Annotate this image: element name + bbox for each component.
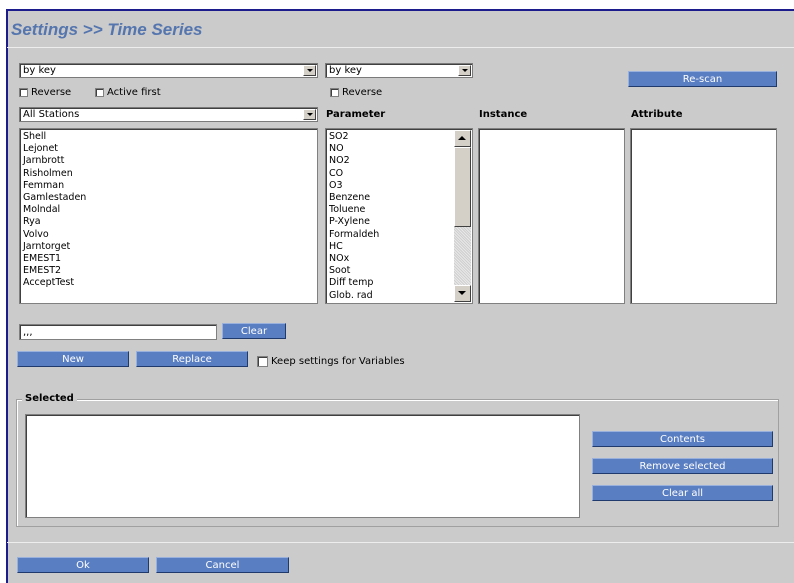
list-item[interactable]: Rya — [23, 216, 317, 228]
chevron-down-icon[interactable] — [458, 65, 471, 76]
scroll-thumb[interactable] — [454, 147, 471, 227]
instance-list[interactable] — [478, 128, 625, 304]
selected-list[interactable] — [25, 414, 580, 518]
parameter-sort-select[interactable]: by key — [325, 63, 473, 78]
parameter-header: Parameter — [326, 109, 386, 120]
ok-button[interactable]: Ok — [17, 557, 149, 573]
selected-legend: Selected — [22, 393, 77, 405]
station-items: Shell Lejonet Jarnbrott Risholmen Femman… — [20, 129, 317, 290]
rescan-button[interactable]: Re-scan — [628, 71, 777, 87]
contents-button[interactable]: Contents — [592, 431, 773, 447]
active-first-checkbox[interactable]: Active first — [95, 87, 161, 98]
instance-header: Instance — [479, 109, 528, 120]
list-item[interactable]: HC — [329, 241, 472, 253]
list-item[interactable]: Lejonet — [23, 143, 317, 155]
list-item[interactable]: Gamlestaden — [23, 192, 317, 204]
chevron-down-icon[interactable] — [303, 109, 316, 120]
station-filter-select[interactable]: All Stations — [19, 107, 318, 122]
parameter-reverse-checkbox[interactable]: Reverse — [330, 87, 382, 98]
reverse-checkbox[interactable]: Reverse — [19, 87, 71, 98]
station-sort-value: by key — [23, 65, 56, 76]
list-item[interactable]: Jarnbrott — [23, 155, 317, 167]
footer-divider — [7, 542, 794, 543]
variable-filter-input[interactable]: ,,, — [19, 324, 217, 340]
list-item[interactable]: P-Xylene — [329, 216, 472, 228]
station-list[interactable]: Shell Lejonet Jarnbrott Risholmen Femman… — [19, 128, 318, 304]
list-item[interactable]: Soot — [329, 265, 472, 277]
variable-filter-value: ,,, — [23, 327, 33, 338]
checkbox-box[interactable] — [330, 88, 339, 97]
list-item[interactable]: Shell — [23, 131, 317, 143]
list-item[interactable]: NO — [329, 143, 472, 155]
page-title: Settings >> Time Series — [11, 20, 203, 39]
cancel-button[interactable]: Cancel — [156, 557, 289, 573]
active-first-label: Active first — [107, 87, 161, 98]
station-filter-value: All Stations — [23, 109, 80, 120]
keep-settings-label: Keep settings for Variables — [271, 356, 405, 367]
list-item[interactable]: Risholmen — [23, 168, 317, 180]
reverse-label: Reverse — [31, 87, 72, 98]
chevron-down-icon[interactable] — [303, 65, 316, 76]
list-item[interactable]: Volvo — [23, 229, 317, 241]
list-item[interactable]: Molndal — [23, 204, 317, 216]
list-item[interactable]: Femman — [23, 180, 317, 192]
new-button[interactable]: New — [17, 351, 129, 367]
list-item[interactable]: Formaldeh — [329, 229, 472, 241]
list-item[interactable]: Glob. rad — [329, 290, 472, 302]
parameter-reverse-label: Reverse — [342, 87, 383, 98]
list-item[interactable]: Jarntorget — [23, 241, 317, 253]
keep-settings-checkbox[interactable]: Keep settings for Variables — [257, 356, 405, 367]
list-item[interactable]: Diff temp — [329, 277, 472, 289]
checkbox-box[interactable] — [19, 88, 28, 97]
parameter-scrollbar[interactable] — [454, 130, 471, 302]
parameter-list[interactable]: SO2 NO NO2 CO O3 Benzene Toluene P-Xylen… — [325, 128, 473, 304]
list-item[interactable]: CO — [329, 168, 472, 180]
parameter-items: SO2 NO NO2 CO O3 Benzene Toluene P-Xylen… — [326, 129, 472, 302]
station-sort-select[interactable]: by key — [19, 63, 318, 78]
clear-button[interactable]: Clear — [222, 323, 286, 339]
scroll-up-icon[interactable] — [454, 130, 471, 147]
list-item[interactable]: NO2 — [329, 155, 472, 167]
replace-button[interactable]: Replace — [136, 351, 248, 367]
checkbox-box[interactable] — [95, 88, 104, 97]
scroll-down-icon[interactable] — [454, 285, 471, 302]
remove-selected-button[interactable]: Remove selected — [592, 458, 773, 474]
list-item[interactable]: NOx — [329, 253, 472, 265]
list-item[interactable]: Toluene — [329, 204, 472, 216]
list-item[interactable]: O3 — [329, 180, 472, 192]
attribute-header: Attribute — [631, 109, 683, 120]
title-divider — [7, 47, 794, 48]
list-item[interactable]: SO2 — [329, 131, 472, 143]
clear-all-button[interactable]: Clear all — [592, 485, 773, 501]
list-item[interactable]: AcceptTest — [23, 277, 317, 289]
attribute-list[interactable] — [630, 128, 777, 304]
list-item[interactable]: Benzene — [329, 192, 472, 204]
list-item[interactable]: EMEST2 — [23, 265, 317, 277]
parameter-sort-value: by key — [329, 65, 362, 76]
checkbox-box[interactable] — [257, 356, 268, 367]
list-item[interactable]: EMEST1 — [23, 253, 317, 265]
